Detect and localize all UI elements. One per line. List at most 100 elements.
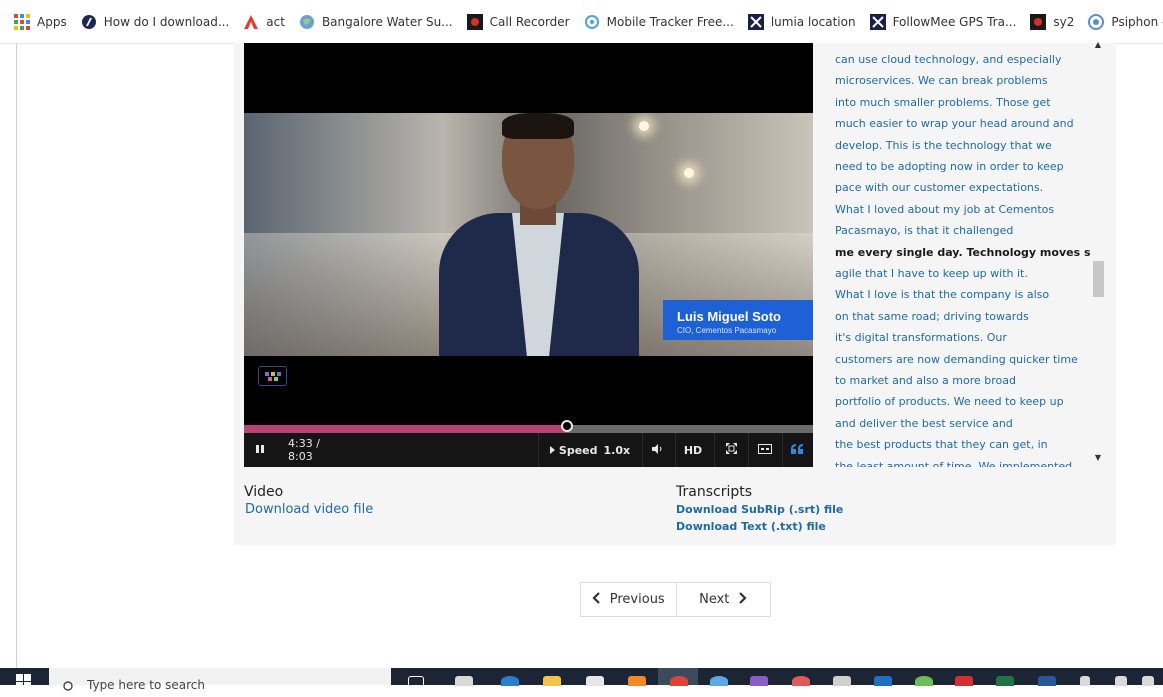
transcript-line[interactable]: Pacasmayo, is that it challenged — [835, 224, 1013, 237]
bookmarks-bar: Apps How do I download... act Bangalore … — [0, 0, 1163, 44]
transcript-toggle-button[interactable] — [784, 433, 810, 467]
windows-start-icon[interactable] — [16, 674, 32, 685]
scroll-thumb[interactable] — [1093, 261, 1104, 297]
control-separator — [642, 433, 643, 467]
bookmark-lumia-location[interactable]: lumia location — [747, 13, 856, 30]
previous-label: Previous — [609, 592, 665, 607]
transcript-line[interactable]: into much smaller problems. Those get — [835, 96, 1051, 109]
fullscreen-icon — [725, 443, 737, 457]
download-txt-link[interactable]: Download Text (.txt) file — [676, 520, 826, 533]
speed-button[interactable]: Speed 1.0x — [544, 433, 636, 467]
transcript-line[interactable]: portfolio of products. We need to keep u… — [835, 395, 1064, 408]
bookmark-apps[interactable]: Apps — [14, 13, 67, 30]
transcript-line[interactable]: much easier to wrap your head around and — [835, 117, 1074, 130]
bookmark-label: How do I download... — [103, 14, 230, 29]
volume-icon — [652, 443, 664, 457]
cortana-taskbar-icon[interactable] — [408, 676, 424, 688]
pagination: Previous Next — [580, 582, 771, 617]
video-controls: 4:33 / 8:03 Speed 1.0x HD — [244, 433, 813, 467]
next-label: Next — [699, 592, 730, 607]
bookmark-label: FollowMee GPS Tra... — [892, 14, 1017, 29]
bookmark-call-recorder[interactable]: Call Recorder — [466, 13, 570, 30]
cortana-icon — [81, 14, 97, 30]
hd-button[interactable]: HD — [676, 433, 710, 467]
progress-fill — [244, 425, 568, 433]
apps-grid-icon — [14, 13, 30, 30]
bookmark-followmee[interactable]: FollowMee GPS Tra... — [869, 13, 1017, 30]
transcript-line[interactable]: and deliver the best service and — [835, 417, 1013, 430]
sy2-icon — [1030, 13, 1047, 30]
act-logo-icon — [243, 14, 259, 30]
download-video-link[interactable]: Download video file — [245, 502, 373, 517]
call-recorder-icon — [466, 13, 483, 30]
transcripts-heading: Transcripts — [676, 484, 753, 500]
video-heading: Video — [244, 484, 284, 500]
bookmark-psiphon[interactable]: Psiphon - Downloa — [1088, 13, 1163, 30]
video-player[interactable]: Luis Miguel Soto CIO, Cementos Pacasmayo… — [244, 43, 813, 467]
transcript-scrollbar[interactable]: ▲ ▼ — [1090, 40, 1106, 467]
search-icon — [63, 678, 75, 697]
transcript-line[interactable]: agile that I have to keep up with it. — [835, 267, 1028, 280]
transcript-line[interactable]: What I love is that the company is also — [835, 288, 1049, 301]
time-display: 4:33 / 8:03 — [288, 437, 320, 463]
transcript-panel[interactable]: can use cloud technology, and especially… — [822, 43, 1090, 467]
bookmark-mobile-tracker[interactable]: Mobile Tracker Free... — [584, 14, 734, 30]
control-separator — [782, 433, 783, 467]
bookmark-label: act — [266, 14, 285, 29]
bookmark-how-do-i-download[interactable]: How do I download... — [81, 14, 230, 30]
chevron-left-icon — [592, 591, 600, 608]
mobile-tracker-icon — [584, 14, 600, 30]
bookmark-label: Call Recorder — [489, 14, 570, 29]
progress-bar[interactable] — [244, 420, 813, 433]
progress-handle[interactable] — [561, 420, 574, 432]
page-left-border — [16, 43, 17, 668]
bookmark-label: Bangalore Water Su... — [321, 14, 453, 29]
previous-button[interactable]: Previous — [581, 583, 677, 616]
pause-button[interactable] — [250, 433, 270, 467]
speed-label: Speed — [558, 443, 598, 457]
video-frame[interactable]: Luis Miguel Soto CIO, Cementos Pacasmayo — [244, 113, 813, 356]
pause-icon — [255, 444, 265, 457]
video-watermark-icon — [258, 366, 287, 386]
volume-button[interactable] — [644, 433, 672, 467]
background-light — [639, 121, 649, 131]
transcript-line[interactable]: can use cloud technology, and especially — [835, 53, 1062, 66]
transcript-line[interactable]: microservices. We can break problems — [835, 74, 1048, 87]
next-button[interactable]: Next — [677, 583, 771, 616]
presenter-hair — [502, 113, 574, 139]
transcript-line[interactable]: customers are now demanding quicker time — [835, 353, 1078, 366]
captions-button[interactable] — [750, 433, 780, 467]
scroll-down-arrow-icon[interactable]: ▼ — [1093, 453, 1103, 463]
taskbar-search-placeholder: Type here to search — [87, 678, 205, 692]
caret-right-icon — [549, 444, 555, 457]
lumia-icon — [747, 13, 764, 30]
control-separator — [538, 433, 539, 467]
bookmark-bangalore-water[interactable]: Bangalore Water Su... — [299, 14, 453, 30]
transcript-line[interactable]: on that same road; driving towards — [835, 310, 1029, 323]
fullscreen-button[interactable] — [716, 433, 746, 467]
taskbar-search-box[interactable]: Type here to search — [49, 668, 391, 692]
transcript-line[interactable]: it's digital transformations. Our — [835, 331, 1007, 344]
download-srt-link[interactable]: Download SubRip (.srt) file — [676, 503, 843, 516]
transcript-line[interactable]: the best products that they can get, in — [835, 438, 1048, 451]
speed-value: 1.0x — [603, 443, 631, 457]
globe-icon — [299, 14, 315, 30]
bookmark-label: Mobile Tracker Free... — [606, 14, 734, 29]
bookmark-label: Apps — [37, 14, 67, 29]
quote-icon — [791, 443, 803, 457]
transcript-line[interactable]: develop. This is the technology that we — [835, 139, 1052, 152]
control-separator — [714, 433, 715, 467]
transcript-line[interactable]: What I loved about my job at Cementos — [835, 203, 1054, 216]
overlay-name: Luis Miguel Soto — [677, 309, 781, 324]
transcript-line[interactable]: me every single day. Technology moves so — [835, 246, 1090, 259]
transcript-line[interactable]: need to be adopting now in order to keep — [835, 160, 1064, 173]
psiphon-icon — [1088, 13, 1105, 30]
bookmark-act[interactable]: act — [243, 14, 285, 30]
scroll-up-arrow-icon[interactable]: ▲ — [1093, 40, 1103, 50]
bookmark-sy2[interactable]: sy2 — [1030, 13, 1074, 30]
transcript-line[interactable]: the least amount of time. We implemented — [835, 460, 1072, 467]
overlay-title: CIO, Cementos Pacasmayo — [677, 326, 777, 335]
transcript-line[interactable]: pace with our customer expectations. — [835, 181, 1043, 194]
closed-captions-icon — [758, 443, 772, 457]
transcript-line[interactable]: to market and also a more broad — [835, 374, 1016, 387]
